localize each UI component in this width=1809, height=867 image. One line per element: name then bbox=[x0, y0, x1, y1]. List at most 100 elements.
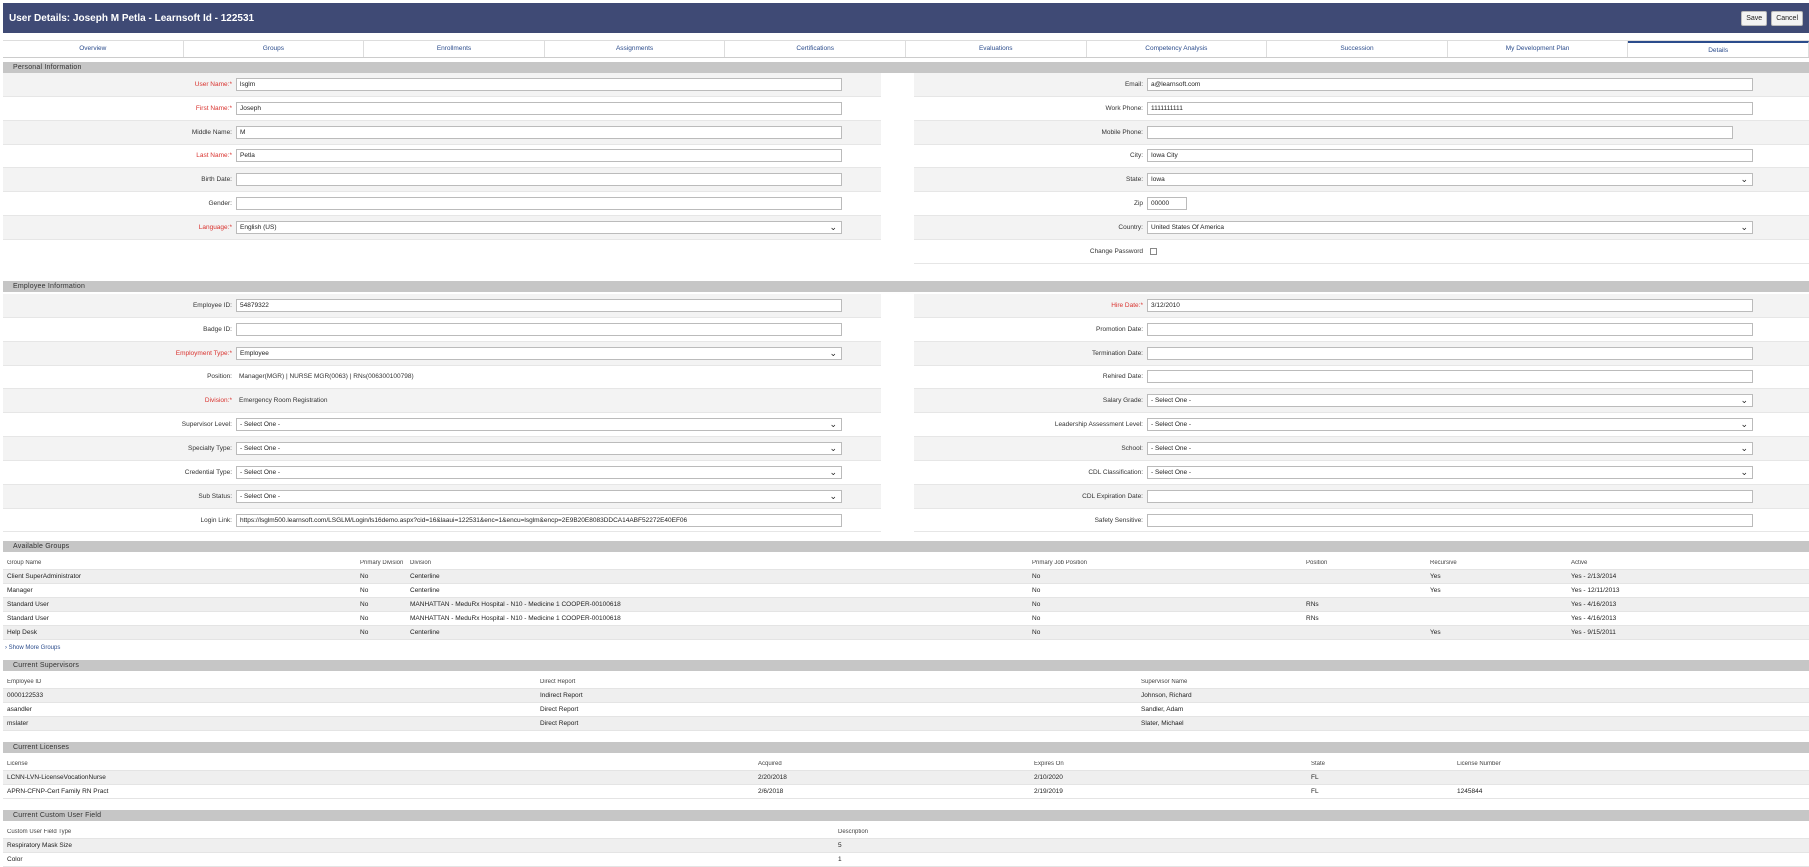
field-label: CDL Expiration Date: bbox=[1082, 492, 1143, 500]
employee-info-header: Employee Information bbox=[3, 281, 1809, 292]
school-select[interactable]: - Select One - ⌄ bbox=[1147, 441, 1753, 455]
leadership-assessment-level-value: - Select One - bbox=[1151, 421, 1192, 429]
table-cell: Yes - 2/13/2014 bbox=[1571, 573, 1617, 580]
termination-date-field[interactable] bbox=[1147, 346, 1753, 360]
tab-enrollments[interactable]: Enrollments bbox=[364, 41, 545, 57]
safety-sensitive-field[interactable] bbox=[1147, 513, 1753, 527]
table-cell: Yes - 9/15/2011 bbox=[1571, 629, 1616, 636]
field-label: Leadership Assessment Level: bbox=[1054, 421, 1143, 429]
city-field[interactable]: Iowa City bbox=[1147, 149, 1753, 163]
tab-groups[interactable]: Groups bbox=[184, 41, 365, 57]
table-cell: Yes bbox=[1430, 629, 1441, 636]
table-header-row: Custom User Field Type Description bbox=[3, 825, 1809, 839]
tab-overview[interactable]: Overview bbox=[3, 41, 184, 57]
field-label: Credential Type: bbox=[184, 468, 232, 476]
table-cell: RNs bbox=[1306, 615, 1319, 622]
table-row: Client SuperAdministrator No Centerline No Y… bbox=[3, 570, 1809, 584]
supervisors-table: Employee ID Direct Report Supervisor Name 0… bbox=[3, 675, 1809, 731]
personal-left-column: User Name:* lsglm First Name:* Joseph Middle… bbox=[3, 73, 881, 240]
language-value: English (US) bbox=[240, 223, 277, 231]
show-more-groups-link[interactable]: › Show More Groups bbox=[5, 645, 60, 651]
tab-assignments[interactable]: Assignments bbox=[545, 41, 726, 57]
leadership-assessment-level-select[interactable]: - Select One - ⌄ bbox=[1147, 418, 1753, 432]
cdl-expiration-date-field[interactable] bbox=[1147, 489, 1753, 503]
form-row: Badge ID: bbox=[3, 318, 881, 342]
form-row: User Name:* lsglm bbox=[3, 73, 881, 97]
first-name-field[interactable]: Joseph bbox=[236, 101, 842, 115]
column-header: Primary Job Position bbox=[1032, 559, 1088, 566]
promotion-date-field[interactable] bbox=[1147, 322, 1753, 336]
field-label: Specialty Type: bbox=[188, 444, 232, 452]
groups-header: Available Groups bbox=[3, 541, 1809, 552]
form-row: Language:* English (US) ⌄ bbox=[3, 216, 881, 240]
field-label: Rehired Date: bbox=[1102, 373, 1143, 381]
table-cell: No bbox=[360, 573, 369, 580]
country-select[interactable]: United States Of America ⌄ bbox=[1147, 220, 1753, 234]
tab-my-development-plan[interactable]: My Development Plan bbox=[1448, 41, 1629, 57]
sub-status-select[interactable]: - Select One - ⌄ bbox=[236, 489, 842, 503]
badge-id-field[interactable] bbox=[236, 322, 842, 336]
mobile-phone-field[interactable] bbox=[1147, 125, 1733, 139]
last-name-field[interactable]: Petla bbox=[236, 149, 842, 163]
form-row: Employment Type:* Employee ⌄ bbox=[3, 341, 881, 366]
table-cell: 2/10/2020 bbox=[1034, 774, 1063, 781]
table-cell: Yes bbox=[1430, 587, 1441, 594]
birth-date-field[interactable] bbox=[236, 173, 842, 187]
column-header: Supervisor Name bbox=[1141, 678, 1188, 685]
tab-details[interactable]: Details bbox=[1628, 41, 1809, 57]
country-value: United States Of America bbox=[1151, 223, 1224, 231]
save-button[interactable]: Save bbox=[1741, 10, 1768, 26]
supervisor-level-select[interactable]: - Select One - ⌄ bbox=[236, 418, 842, 432]
table-cell: Slater, Michael bbox=[1141, 720, 1184, 727]
employment-type-select[interactable]: Employee ⌄ bbox=[236, 346, 842, 360]
credential-type-select[interactable]: - Select One - ⌄ bbox=[236, 465, 842, 479]
zip-field[interactable]: 00000 bbox=[1147, 197, 1187, 211]
salary-grade-select[interactable]: - Select One - ⌄ bbox=[1147, 394, 1753, 408]
licenses-table: License Acquired Expires On State License Nu… bbox=[3, 757, 1809, 799]
table-cell: 1245844 bbox=[1457, 788, 1483, 795]
form-row: Supervisor Level: - Select One - ⌄ bbox=[3, 413, 881, 438]
state-select[interactable]: Iowa ⌄ bbox=[1147, 173, 1753, 187]
change-password-checkbox[interactable] bbox=[1150, 247, 1157, 255]
specialty-type-select[interactable]: - Select One - ⌄ bbox=[236, 441, 842, 455]
tab-succession[interactable]: Succession bbox=[1267, 41, 1448, 57]
chevron-down-icon: ⌄ bbox=[1740, 174, 1748, 185]
tab-competency-analysis[interactable]: Competency Analysis bbox=[1087, 41, 1268, 57]
form-row: Country: United States Of America ⌄ bbox=[914, 216, 1809, 240]
tab-evaluations[interactable]: Evaluations bbox=[906, 41, 1087, 57]
table-cell: No bbox=[360, 629, 369, 636]
table-row: Manager No Centerline No Yes Yes - 12/11/2013 bbox=[3, 584, 1809, 598]
field-label: Country: bbox=[1118, 223, 1143, 231]
field-label: Language:* bbox=[198, 223, 232, 231]
chevron-down-icon: ⌄ bbox=[1740, 221, 1748, 232]
table-row: Color 1 bbox=[3, 853, 1809, 867]
hire-date-field[interactable]: 3/12/2010 bbox=[1147, 298, 1753, 312]
table-row: Respiratory Mask Size 5 bbox=[3, 839, 1809, 853]
rehired-date-field[interactable] bbox=[1147, 370, 1753, 384]
column-header: License Number bbox=[1457, 760, 1501, 767]
form-row: Email: a@learnsoft.com bbox=[914, 73, 1809, 97]
table-cell: No bbox=[360, 587, 369, 594]
email-field[interactable]: a@learnsoft.com bbox=[1147, 77, 1753, 91]
field-label: Badge ID: bbox=[203, 325, 232, 333]
work-phone-field[interactable]: 1111111111 bbox=[1147, 101, 1753, 115]
cancel-button[interactable]: Cancel bbox=[1771, 10, 1803, 26]
field-label: Work Phone: bbox=[1105, 104, 1143, 112]
position-value: Manager(MGR) | NURSE MGR(0063) | RNs(006… bbox=[239, 373, 414, 381]
middle-name-field[interactable]: M bbox=[236, 125, 842, 139]
field-label: Supervisor Level: bbox=[181, 421, 232, 429]
form-row: CDL Expiration Date: bbox=[914, 484, 1809, 509]
table-cell: RNs bbox=[1306, 601, 1319, 608]
cdl-classification-select[interactable]: - Select One - ⌄ bbox=[1147, 465, 1753, 479]
form-row: School: - Select One - ⌄ bbox=[914, 437, 1809, 461]
tab-certifications[interactable]: Certifications bbox=[725, 41, 906, 57]
employee-id-field[interactable]: 54879322 bbox=[236, 298, 842, 312]
gender-field[interactable] bbox=[236, 197, 842, 211]
user-name-field[interactable]: lsglm bbox=[236, 77, 842, 91]
login-link-field[interactable]: https://lsglm500.learnsoft.com/LSGLM/Log… bbox=[236, 513, 842, 527]
table-cell: Direct Report bbox=[540, 720, 579, 727]
table-cell: MANHATTAN - MeduRx Hospital - N10 - Medi… bbox=[410, 601, 621, 608]
personal-info-header: Personal Information bbox=[3, 62, 1809, 73]
field-label: City: bbox=[1130, 152, 1143, 160]
language-select[interactable]: English (US) ⌄ bbox=[236, 220, 842, 234]
